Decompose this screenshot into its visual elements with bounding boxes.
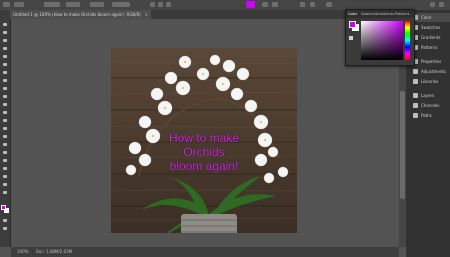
tools-panel bbox=[0, 10, 11, 247]
tool-preset-picker[interactable] bbox=[14, 2, 24, 7]
frame-tool-icon[interactable] bbox=[2, 62, 8, 67]
panel-label: Gradients bbox=[421, 35, 441, 40]
quick-mask-icon[interactable] bbox=[2, 218, 8, 223]
paths-icon bbox=[413, 113, 418, 118]
hand-tool-icon[interactable] bbox=[2, 174, 8, 179]
tab-color[interactable]: Color bbox=[348, 10, 357, 18]
tab-swatches[interactable]: Swatches bbox=[361, 10, 378, 18]
overlay-text-line-1: How to make bbox=[168, 131, 240, 145]
panel-label: Layers bbox=[421, 93, 435, 98]
clone-stamp-tool-icon[interactable] bbox=[2, 94, 8, 99]
panel-layers[interactable]: Layers bbox=[411, 91, 450, 100]
marquee-tool-icon[interactable] bbox=[2, 30, 8, 35]
path-select-tool-icon[interactable] bbox=[2, 158, 8, 163]
rectangle-tool-icon[interactable] bbox=[2, 166, 8, 171]
document-tab-bar: Untitled-1 @ 100% (How to make Orchids b… bbox=[10, 10, 400, 19]
align-center-icon[interactable] bbox=[158, 2, 163, 7]
panel-label: Adjustments bbox=[421, 69, 447, 74]
library-icon bbox=[413, 79, 418, 84]
scrollbar-thumb[interactable] bbox=[400, 91, 405, 199]
layers-icon bbox=[413, 93, 418, 98]
channels-icon bbox=[413, 103, 418, 108]
font-size-dropdown[interactable] bbox=[90, 2, 104, 7]
panel-adjustments[interactable]: Adjustments bbox=[411, 67, 450, 76]
cancel-icon[interactable] bbox=[300, 2, 305, 7]
eraser-tool-icon[interactable] bbox=[2, 110, 8, 115]
workspace-icon[interactable] bbox=[439, 2, 444, 7]
gradient-tool-icon[interactable] bbox=[2, 118, 8, 123]
dodge-tool-icon[interactable] bbox=[2, 134, 8, 139]
document-tab[interactable]: Untitled-1 @ 100% (How to make Orchids b… bbox=[10, 10, 151, 19]
text-color-swatch[interactable] bbox=[246, 1, 255, 8]
color-panel-tabs: Color Swatches Gradients Patterns bbox=[346, 10, 414, 18]
panel-libraries[interactable]: Libraries bbox=[411, 77, 450, 86]
panel-label: Paths bbox=[421, 113, 432, 118]
color-field[interactable] bbox=[361, 21, 403, 60]
panel-channels[interactable]: Channels bbox=[411, 101, 450, 110]
screen-mode-icon[interactable] bbox=[2, 226, 8, 231]
foreground-color-swatch[interactable] bbox=[1, 205, 6, 210]
panel-color[interactable]: Color bbox=[411, 13, 450, 22]
panel-label: Libraries bbox=[421, 79, 439, 84]
move-tool-icon[interactable] bbox=[2, 22, 8, 27]
panel-patterns[interactable]: Patterns bbox=[411, 43, 450, 52]
panel-label: Properties bbox=[421, 59, 442, 64]
overlay-text-line-3: bloom again! bbox=[169, 159, 239, 173]
panel-swatches[interactable]: Swatches bbox=[411, 23, 450, 32]
blur-tool-icon[interactable] bbox=[2, 126, 8, 131]
type-tool-icon[interactable] bbox=[2, 150, 8, 155]
panel-gradients[interactable]: Gradients bbox=[411, 33, 450, 42]
search-icon[interactable] bbox=[430, 2, 435, 7]
panel-label: Channels bbox=[421, 103, 440, 108]
healing-brush-tool-icon[interactable] bbox=[2, 78, 8, 83]
tab-gradients[interactable]: Gradients bbox=[377, 10, 394, 18]
color-panel-foreground-swatch[interactable] bbox=[349, 21, 356, 28]
hue-slider[interactable] bbox=[405, 21, 410, 60]
panel-label: Color bbox=[421, 15, 432, 20]
foreground-background-swatches[interactable] bbox=[1, 205, 9, 213]
document-info[interactable]: Doc: 1.68M/2.03M bbox=[36, 249, 72, 254]
panel-label: Swatches bbox=[421, 25, 441, 30]
font-style-dropdown[interactable] bbox=[66, 2, 80, 7]
tab-patterns[interactable]: Patterns bbox=[395, 10, 409, 18]
color-panel-popout[interactable]: Color Swatches Gradients Patterns bbox=[345, 9, 415, 66]
document-tab-title: Untitled-1 @ 100% (How to make Orchids b… bbox=[13, 12, 141, 17]
adjust-icon bbox=[413, 69, 418, 74]
overlay-text-line-2: Orchids bbox=[183, 145, 225, 159]
anti-alias-dropdown[interactable] bbox=[112, 2, 130, 7]
eyedropper-tool-icon[interactable] bbox=[2, 70, 8, 75]
3d-icon[interactable] bbox=[326, 2, 332, 7]
commit-icon[interactable] bbox=[310, 2, 315, 7]
panel-paths[interactable]: Paths bbox=[411, 111, 450, 120]
zoom-level[interactable]: 100% bbox=[17, 249, 28, 254]
close-tab-icon[interactable]: × bbox=[145, 12, 148, 17]
status-bar: 100% Doc: 1.68M/2.03M bbox=[11, 247, 399, 257]
document-canvas[interactable]: How to make Orchids bloom again! bbox=[111, 48, 297, 233]
color-cube-icon[interactable] bbox=[349, 36, 353, 40]
align-right-icon[interactable] bbox=[166, 2, 171, 7]
warp-text-icon[interactable] bbox=[262, 2, 268, 7]
align-left-icon[interactable] bbox=[150, 2, 155, 7]
panel-list: Color Swatches Gradients Patterns Proper… bbox=[411, 11, 450, 141]
character-panel-icon[interactable] bbox=[272, 2, 278, 7]
brush-tool-icon[interactable] bbox=[2, 86, 8, 91]
pen-tool-icon[interactable] bbox=[2, 142, 8, 147]
lasso-tool-icon[interactable] bbox=[2, 38, 8, 43]
zoom-tool-icon[interactable] bbox=[2, 182, 8, 187]
font-family-dropdown[interactable] bbox=[44, 2, 60, 7]
canvas-area[interactable]: How to make Orchids bloom again! bbox=[11, 19, 399, 247]
crop-tool-icon[interactable] bbox=[2, 54, 8, 59]
quick-select-tool-icon[interactable] bbox=[2, 46, 8, 51]
more-tools-icon[interactable] bbox=[2, 190, 8, 195]
home-icon[interactable] bbox=[3, 2, 10, 7]
panel-label: Patterns bbox=[421, 45, 438, 50]
history-brush-tool-icon[interactable] bbox=[2, 102, 8, 107]
panel-properties[interactable]: Properties bbox=[411, 57, 450, 66]
